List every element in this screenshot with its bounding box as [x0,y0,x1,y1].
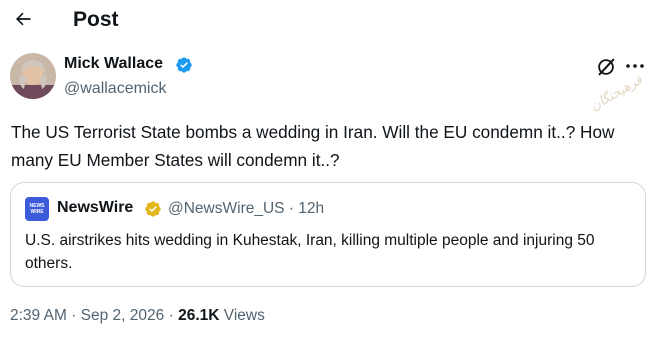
views-label: Views [223,307,265,324]
quoted-meta: @NewsWire_US · 12h [168,200,324,218]
separator: · [71,307,77,324]
post-meta: 2:39 AM · Sep 2, 2026 · 26.1K Views [10,307,265,325]
quoted-post[interactable]: NEWS WIRE NewsWire @NewsWire_US · 12h U.… [10,182,646,287]
quoted-handle: @NewsWire_US [168,200,285,217]
back-button[interactable] [8,4,38,34]
newswire-logo: NEWS WIRE [25,197,49,221]
post-header: Post [0,0,666,42]
quoted-text: U.S. airstrikes hits wedding in Kuhestak… [25,232,595,272]
avatar[interactable] [10,53,56,99]
post-date[interactable]: Sep 2, 2026 [81,307,165,324]
post-time[interactable]: 2:39 AM [10,307,67,324]
author-handle[interactable]: @wallacemick [64,80,166,98]
quoted-time[interactable]: 12h [298,200,324,217]
tweet-text: The US Terrorist State bombs a wedding i… [11,122,615,170]
separator: · [168,307,174,324]
quoted-author-name: NewsWire [57,199,134,216]
grok-icon[interactable] [595,56,617,78]
back-arrow-icon [16,12,31,26]
author-name[interactable]: Mick Wallace [64,55,163,73]
gold-verified-badge-icon [145,201,161,217]
page-title: Post [73,8,119,31]
watermark: فرهيختگان [588,72,646,115]
verified-badge-icon [176,57,192,73]
separator: · [288,200,294,217]
views-count: 26.1K [178,307,220,324]
more-icon [626,64,644,68]
